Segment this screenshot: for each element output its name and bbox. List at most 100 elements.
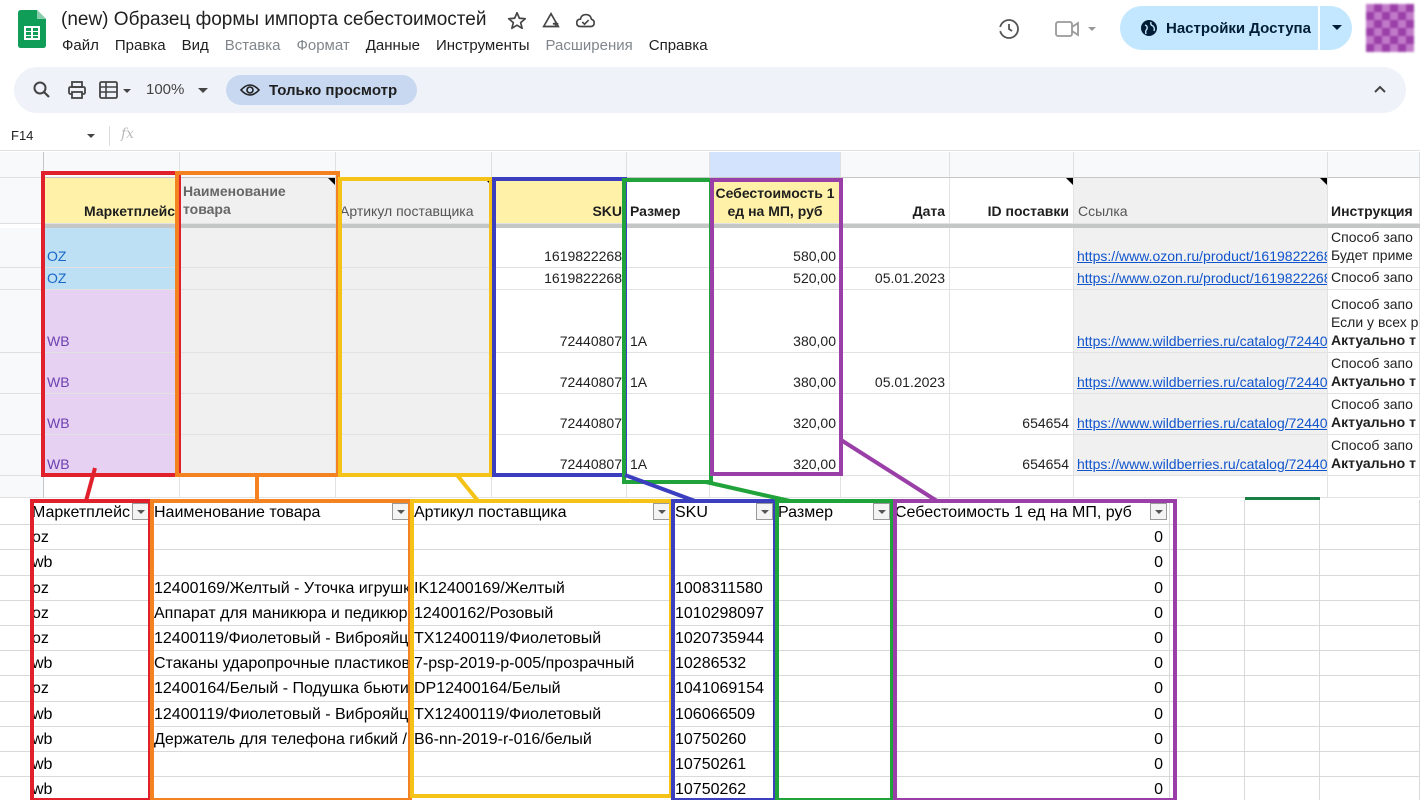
table-cell-art[interactable]: 12400162/Розовый [412,600,673,626]
table-cell-sku[interactable]: 10750260 [673,726,776,752]
cell-g8[interactable] [841,476,950,498]
empty-cell[interactable] [1170,701,1245,727]
table-cell-cost[interactable]: 0 [893,651,1170,677]
table-cell-cost[interactable]: 0 [893,626,1170,652]
filter-dropdown-icon[interactable] [873,503,890,520]
row-header-5[interactable] [0,601,30,626]
empty-cell[interactable] [1245,777,1320,800]
table-cell-sku[interactable] [673,550,776,576]
cell-j5[interactable]: Способ запо Актуально т [1328,353,1420,394]
table-cell-sku[interactable]: 10750261 [673,752,776,778]
table-cell-name[interactable] [152,777,412,800]
table-cell-art[interactable] [412,777,673,800]
empty-cell[interactable] [1320,500,1420,526]
column-header-d[interactable] [492,152,627,178]
empty-cell[interactable] [1245,575,1320,601]
table-header-4[interactable]: SKU [673,500,776,526]
table-cell-size[interactable] [776,626,893,652]
cell-e7[interactable]: 1А [627,435,710,476]
empty-cell[interactable] [1320,726,1420,752]
table-cell-cost[interactable]: 0 [893,676,1170,702]
table-cell-mp[interactable]: wb [30,777,152,800]
filter-dropdown-icon[interactable] [756,503,773,520]
column-header-c[interactable] [336,152,492,178]
menu-view[interactable]: Вид [182,37,209,54]
table-cell-size[interactable] [776,525,893,551]
note-indicator[interactable] [1320,178,1327,185]
empty-cell[interactable] [1170,777,1245,800]
cell-c2[interactable] [336,228,492,268]
cell-c8[interactable] [336,476,492,498]
row-header-3[interactable] [0,268,44,290]
cell-e6[interactable] [627,394,710,435]
table-cell-cost[interactable]: 0 [893,701,1170,727]
table-cell-size[interactable] [776,726,893,752]
cell-e8[interactable] [627,476,710,498]
note-indicator[interactable] [484,178,491,185]
table-cell-sku[interactable]: 106066509 [673,701,776,727]
cell-j6[interactable]: Способ запо Актуально т [1328,394,1420,435]
row-header-6[interactable] [0,626,30,652]
cell-a7[interactable]: WB [44,435,180,476]
table-cell-art[interactable] [412,525,673,551]
cell-d3[interactable]: 1619822268 [492,268,627,290]
cell-d2[interactable]: 1619822268 [492,228,627,268]
zoom-dropdown-icon[interactable] [198,88,208,93]
move-to-drive-icon[interactable] [540,10,562,32]
table-cell-name[interactable] [152,525,412,551]
table-cell-name[interactable]: Аппарат для маникюра и педикюра [152,600,412,626]
cell-d5[interactable]: 72440807 [492,353,627,394]
row-header-6[interactable] [0,394,44,435]
row-header-2[interactable] [0,228,44,268]
cell-a6[interactable]: WB [44,394,180,435]
cell-e3[interactable] [627,268,710,290]
table-cell-cost[interactable]: 0 [893,575,1170,601]
empty-cell[interactable] [1320,651,1420,677]
share-button[interactable]: Настройки Доступа [1120,6,1352,50]
table-cell-mp[interactable]: oz [30,525,152,551]
print-icon[interactable] [67,80,87,100]
empty-cell[interactable] [1170,651,1245,677]
table-cell-sku[interactable]: 10286532 [673,651,776,677]
table-cell-name[interactable]: Держатель для телефона гибкий / [152,726,412,752]
column-header-b[interactable] [180,152,336,178]
table-cell-mp[interactable]: oz [30,575,152,601]
empty-cell[interactable] [1170,525,1245,551]
spreadsheet-grid[interactable]: Маркетплейс Наименование товара Артикул по… [0,152,1420,498]
cell-i3[interactable]: https://www.ozon.ru/product/1619822268 [1074,268,1328,290]
menu-extensions[interactable]: Расширения [546,37,633,54]
cell-g6[interactable] [841,394,950,435]
name-box-dropdown-icon[interactable] [87,134,95,138]
import-table[interactable]: Маркетплейс Наименование товара Артикул по… [0,497,1420,800]
cell-j4[interactable]: Способ запо Если у всех р Актуально т [1328,290,1420,353]
cell-i4[interactable]: https://www.wildberries.ru/catalog/72440… [1074,290,1328,353]
table-cell-size[interactable] [776,676,893,702]
empty-cell[interactable] [1245,651,1320,677]
header-cell-c[interactable]: Артикул поставщика [336,178,492,224]
table-cell-sku[interactable]: 1010298097 [673,600,776,626]
product-link[interactable]: https://www.wildberries.ru/catalog/72440… [1077,374,1327,390]
column-header-a[interactable] [44,152,180,178]
row-header-3[interactable] [0,550,30,576]
table-cell-size[interactable] [776,550,893,576]
table-cell-name[interactable]: 12400119/Фиолетовый - Виброяйцо [152,701,412,727]
zoom-select[interactable]: 100% [146,81,184,98]
cell-j3[interactable]: Способ запо [1328,268,1420,290]
empty-cell[interactable] [1320,626,1420,652]
cell-i5[interactable]: https://www.wildberries.ru/catalog/72440… [1074,353,1328,394]
filter-dropdown-icon[interactable] [1150,503,1167,520]
table-cell-art[interactable] [412,550,673,576]
table-cell-cost[interactable]: 0 [893,550,1170,576]
table-cell-name[interactable] [152,550,412,576]
row-header-7[interactable] [0,651,30,677]
cell-j7[interactable]: Способ запо Актуально т [1328,435,1420,476]
column-header-g[interactable] [841,152,950,178]
cell-f3[interactable]: 520,00 [710,268,841,290]
cell-i6[interactable]: https://www.wildberries.ru/catalog/72440… [1074,394,1328,435]
cell-b7[interactable] [180,435,336,476]
empty-cell[interactable] [1170,500,1245,526]
empty-cell[interactable] [1320,777,1420,800]
table-header-6[interactable]: Себестоимость 1 ед на МП, руб [893,500,1170,526]
empty-cell[interactable] [1320,600,1420,626]
table-cell-art[interactable] [412,752,673,778]
